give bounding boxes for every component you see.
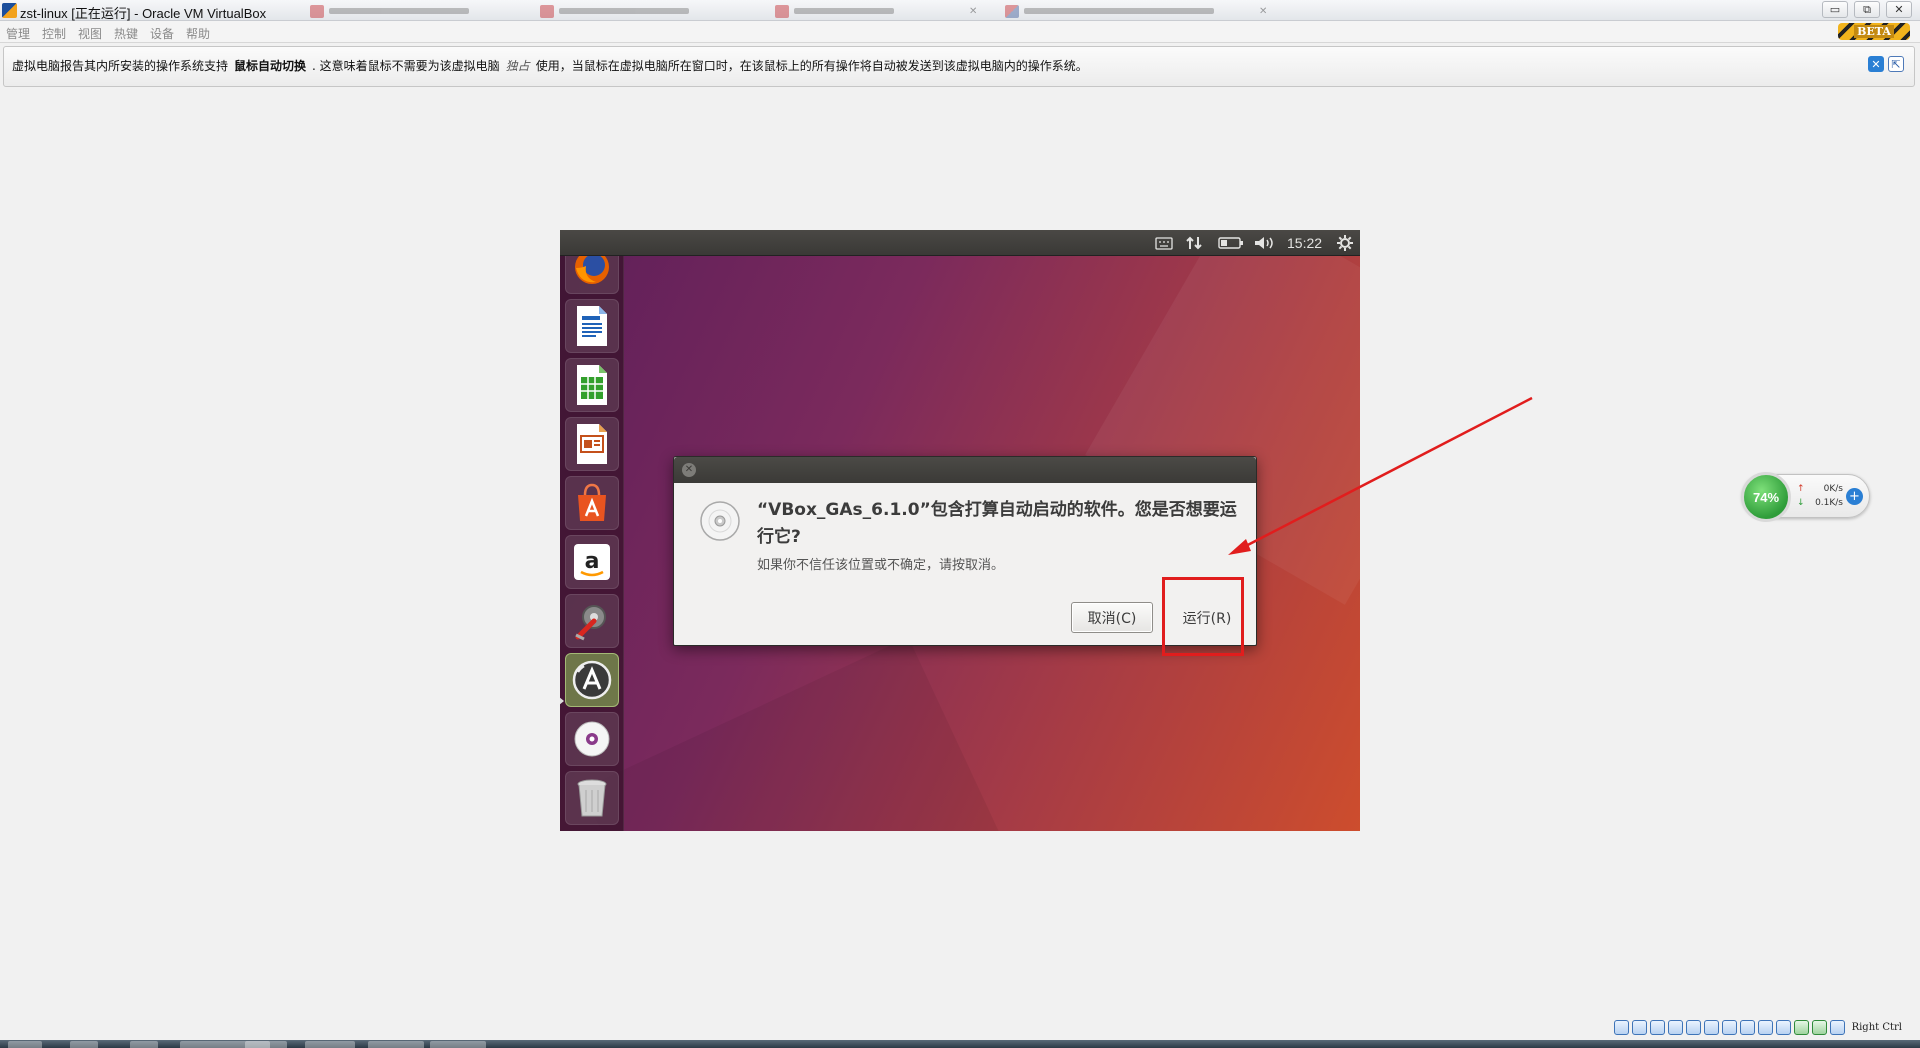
notice-text: 虚拟电脑报告其内所安装的操作系统支持 鼠标自动切换. 这意味着鼠标不需要为该虚拟电… — [12, 59, 1088, 73]
host-tab-1[interactable] — [310, 3, 469, 19]
keyboard-indicator-icon[interactable] — [1155, 234, 1173, 252]
display-icon[interactable] — [1721, 1020, 1737, 1035]
taskbar-app-6[interactable] — [368, 1041, 424, 1048]
host-taskbar — [0, 1040, 1920, 1048]
window-titlebar: zst-linux [正在运行] - Oracle VM VirtualBox … — [0, 0, 1920, 21]
keyboard-capture-icon[interactable] — [1811, 1020, 1827, 1035]
memory-usage-badge[interactable]: 74% — [1741, 472, 1791, 522]
network-speed-widget[interactable]: 74% ↑ 0K/s ↓ 0.1K/s + — [1741, 472, 1870, 522]
tab-close-icon[interactable]: ✕ — [969, 6, 977, 17]
software-updater-icon[interactable] — [565, 653, 619, 707]
close-button[interactable]: ✕ — [1886, 1, 1912, 18]
cpu-icon[interactable] — [1757, 1020, 1773, 1035]
ubuntu-top-panel: 15:22 — [560, 230, 1360, 256]
drag-drop-icon[interactable] — [1775, 1020, 1791, 1035]
tab-favicon-icon — [775, 4, 789, 18]
window-controls: ▭ ⧉ ✕ — [1822, 1, 1912, 18]
download-speed: ↓ 0.1K/s — [1797, 498, 1843, 508]
guest-screen[interactable]: 15:22 a ✕ “VBox_GAs_6.1.0”包含打算自动启动的软件。您是… — [560, 230, 1360, 831]
tab-favicon-icon — [310, 4, 324, 18]
network-adapter-icon[interactable] — [1667, 1020, 1683, 1035]
dialog-subtitle: 如果你不信任该位置或不确定，请按取消。 — [757, 558, 1005, 573]
restore-button[interactable]: ⧉ — [1854, 1, 1880, 18]
impress-icon[interactable] — [565, 417, 619, 471]
menu-control[interactable]: 控制 — [42, 25, 66, 42]
taskbar-app-4[interactable] — [245, 1041, 287, 1048]
menu-help[interactable]: 帮助 — [186, 25, 210, 42]
start-button[interactable] — [8, 1041, 42, 1048]
host-tab-4[interactable]: ✕ — [1005, 3, 1267, 19]
shared-folders-icon[interactable] — [1703, 1020, 1719, 1035]
launcher-active-pip — [560, 697, 564, 705]
network-icon[interactable] — [1185, 234, 1203, 252]
gear-icon[interactable] — [1336, 234, 1354, 252]
minimize-button[interactable]: ▭ — [1822, 1, 1848, 18]
taskbar-app-7[interactable] — [430, 1041, 486, 1048]
cd-disc-icon[interactable] — [565, 712, 619, 766]
audio-icon[interactable] — [1649, 1020, 1665, 1035]
annotation-highlight-box — [1162, 577, 1244, 656]
menu-devices[interactable]: 设备 — [150, 25, 174, 42]
tab-favicon-icon — [540, 4, 554, 18]
menubar: 管理 控制 视图 热键 设备 帮助 BETA — [0, 21, 1920, 43]
clock[interactable]: 15:22 — [1287, 234, 1322, 252]
mouse-integration-icon[interactable]: ⇱ — [1888, 56, 1904, 72]
tab-favicon-icon — [1005, 4, 1019, 18]
mouse-integration-notice: 虚拟电脑报告其内所安装的操作系统支持 鼠标自动切换. 这意味着鼠标不需要为该虚拟电… — [3, 46, 1915, 87]
trash-icon[interactable] — [565, 771, 619, 825]
system-settings-icon[interactable] — [565, 594, 619, 648]
widget-expand-icon[interactable]: + — [1846, 488, 1863, 505]
host-key-icon[interactable] — [1829, 1020, 1845, 1035]
upload-arrow-icon: ↑ — [1797, 484, 1805, 494]
calc-icon[interactable] — [565, 358, 619, 412]
amazon-icon[interactable]: a — [565, 535, 619, 589]
host-tab-2[interactable] — [540, 3, 689, 19]
dialog-close-icon[interactable]: ✕ — [682, 463, 696, 477]
window-title: zst-linux [正在运行] - Oracle VM VirtualBox — [20, 6, 267, 21]
cd-disc-icon — [700, 501, 740, 541]
dialog-title: “VBox_GAs_6.1.0”包含打算自动启动的软件。您是否想要运行它? — [757, 500, 1237, 547]
writer-icon[interactable] — [565, 299, 619, 353]
menu-manage[interactable]: 管理 — [6, 25, 30, 42]
usb-icon[interactable] — [1685, 1020, 1701, 1035]
host-key-label: Right Ctrl — [1851, 1022, 1902, 1033]
close-notice-icon[interactable]: ✕ — [1868, 56, 1884, 72]
upload-speed: ↑ 0K/s — [1797, 484, 1843, 494]
notice-actions: ✕ ⇱ — [1868, 56, 1904, 72]
cancel-button[interactable]: 取消(C) — [1071, 602, 1153, 633]
battery-icon[interactable] — [1218, 234, 1244, 252]
host-tab-3[interactable]: ✕ — [775, 3, 977, 19]
recording-icon[interactable] — [1739, 1020, 1755, 1035]
ubuntu-launcher: a — [560, 240, 624, 831]
svg-text:a: a — [585, 549, 600, 574]
menu-hotkey[interactable]: 热键 — [114, 25, 138, 42]
virtualbox-logo-icon — [2, 3, 17, 18]
vm-status-bar: Right Ctrl — [1613, 1020, 1902, 1035]
tab-close-icon[interactable]: ✕ — [1259, 6, 1267, 17]
beta-badge: BETA — [1838, 23, 1910, 40]
taskbar-app-1[interactable] — [70, 1041, 98, 1048]
volume-icon[interactable] — [1253, 234, 1275, 252]
dialog-titlebar: ✕ — [674, 457, 1256, 483]
optical-drive-icon[interactable] — [1631, 1020, 1647, 1035]
mouse-integration-status-icon[interactable] — [1793, 1020, 1809, 1035]
menu-view[interactable]: 视图 — [78, 25, 102, 42]
taskbar-app-2[interactable] — [130, 1041, 158, 1048]
taskbar-app-5[interactable] — [305, 1041, 355, 1048]
software-center-icon[interactable] — [565, 476, 619, 530]
download-arrow-icon: ↓ — [1797, 498, 1805, 508]
hard-disk-icon[interactable] — [1613, 1020, 1629, 1035]
